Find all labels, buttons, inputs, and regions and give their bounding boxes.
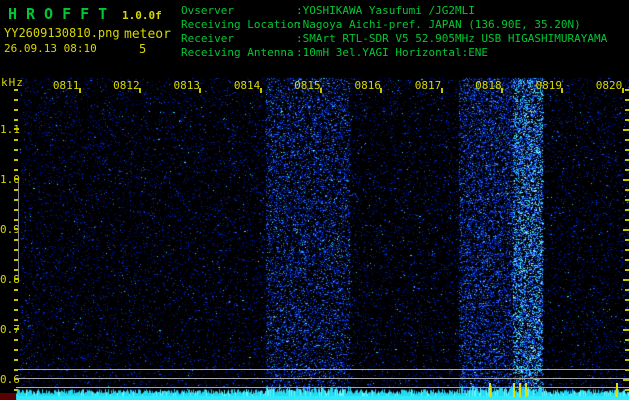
freq-minor-tick-right	[625, 219, 629, 221]
freq-minor-tick-right	[625, 349, 629, 351]
freq-minor-tick-right	[625, 309, 629, 311]
freq-minor-tick-right	[625, 199, 629, 201]
time-tick	[621, 88, 624, 93]
time-tick	[139, 88, 142, 93]
meteor-marker	[513, 383, 515, 397]
freq-minor-tick-right	[625, 319, 629, 321]
time-tick	[440, 88, 443, 93]
freq-minor-tick-right	[625, 269, 629, 271]
hrofft-screen: HROFFT 1.0.0f YY2609130810.png meteor 26…	[0, 0, 629, 400]
time-tick	[320, 88, 323, 93]
time-tick	[380, 88, 383, 93]
meteor-marker	[489, 383, 491, 397]
freq-major-tick-right	[623, 329, 629, 331]
freq-minor-tick-right	[625, 289, 629, 291]
freq-minor-tick	[14, 89, 18, 91]
freq-minor-tick-right	[625, 359, 629, 361]
bottom-left-block	[0, 393, 16, 400]
meteor-marker	[519, 383, 521, 397]
freq-minor-tick-right	[625, 119, 629, 121]
time-tick-label: 0817	[414, 79, 442, 92]
time-tick	[501, 88, 504, 93]
freq-major-tick-right	[623, 379, 629, 381]
freq-minor-tick-right	[625, 209, 629, 211]
time-tick-label: 0812	[113, 79, 140, 92]
time-tick	[78, 88, 81, 93]
freq-minor-tick	[14, 389, 18, 391]
freq-minor-tick	[14, 299, 18, 301]
freq-minor-tick	[14, 349, 18, 351]
meteor-marker	[525, 383, 527, 397]
freq-minor-tick-right	[625, 299, 629, 301]
freq-minor-tick-right	[625, 389, 629, 391]
time-tick-label: 0820	[595, 79, 623, 92]
freq-minor-tick-right	[625, 149, 629, 151]
time-tick-label: 0813	[173, 79, 200, 92]
freq-minor-tick-right	[625, 259, 629, 261]
freq-minor-tick-right	[625, 339, 629, 341]
freq-major-tick	[14, 328, 19, 330]
freq-minor-tick	[14, 339, 18, 341]
freq-tick-label: 0.9	[0, 223, 20, 236]
freq-major-tick	[14, 178, 19, 180]
freq-minor-tick	[14, 359, 18, 361]
time-tick	[259, 88, 262, 93]
duration-indicator-line	[18, 181, 19, 278]
freq-major-tick-right	[623, 179, 629, 181]
freq-minor-tick	[14, 149, 18, 151]
time-tick	[561, 88, 564, 93]
freq-minor-tick	[14, 139, 18, 141]
freq-minor-tick	[14, 109, 18, 111]
freq-minor-tick	[14, 309, 18, 311]
freq-major-tick-right	[623, 279, 629, 281]
freq-tick-label: 0.7	[0, 323, 20, 336]
freq-tick-label: 1.1	[0, 123, 20, 136]
baseline-line	[16, 387, 629, 388]
freq-minor-tick-right	[625, 109, 629, 111]
freq-minor-tick-right	[625, 159, 629, 161]
freq-minor-tick-right	[625, 189, 629, 191]
freq-tick-label: 1.0	[0, 173, 20, 186]
freq-major-tick-right	[623, 229, 629, 231]
freq-tick-label: 0.6	[0, 373, 20, 386]
meteor-marker	[616, 383, 618, 397]
freq-minor-tick	[14, 319, 18, 321]
baseline-line	[16, 369, 629, 370]
freq-minor-tick	[14, 169, 18, 171]
freq-minor-tick	[14, 289, 18, 291]
time-tick-label: 0816	[354, 79, 381, 92]
time-tick-label: 0814	[233, 79, 261, 92]
freq-minor-tick-right	[625, 89, 629, 91]
freq-major-tick-right	[623, 129, 629, 131]
freq-tick-label: 0.8	[0, 273, 20, 286]
freq-minor-tick-right	[625, 239, 629, 241]
time-tick-label: 0819	[535, 79, 562, 92]
freq-major-tick	[14, 278, 19, 280]
time-tick	[199, 88, 202, 93]
freq-minor-tick	[14, 159, 18, 161]
freq-minor-tick	[14, 99, 18, 101]
baseline-line	[16, 378, 629, 379]
axes-layer: 1.1 1.0 0.9 0.8 0.7 0.6 0811 0812 0813 0814 0815 08…	[0, 0, 629, 400]
freq-minor-tick-right	[625, 99, 629, 101]
time-tick-label: 0818	[475, 79, 502, 92]
freq-major-tick	[14, 128, 19, 130]
time-tick-label: 0815	[294, 79, 321, 92]
freq-minor-tick-right	[625, 139, 629, 141]
freq-minor-tick-right	[625, 169, 629, 171]
time-tick-label: 0811	[52, 79, 80, 92]
freq-minor-tick	[14, 119, 18, 121]
freq-minor-tick-right	[625, 249, 629, 251]
